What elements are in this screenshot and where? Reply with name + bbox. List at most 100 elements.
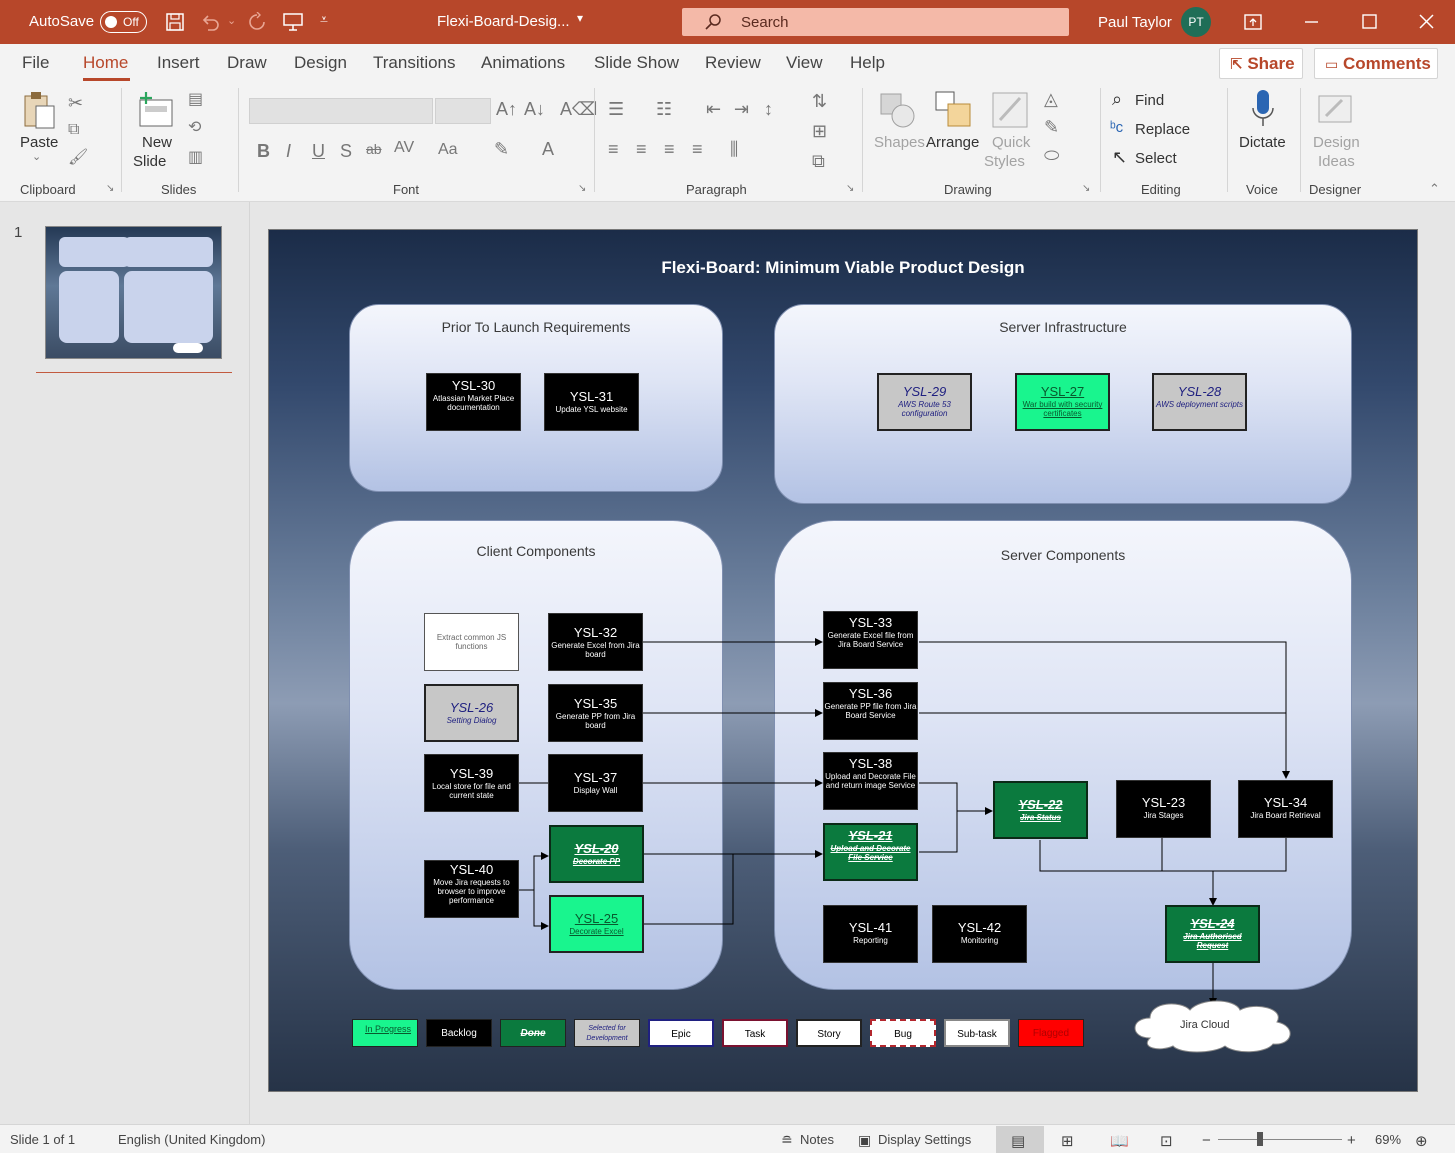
zoom-level[interactable]: 69% bbox=[1375, 1132, 1401, 1147]
reset-icon[interactable]: ⟲ bbox=[188, 120, 201, 136]
columns-icon[interactable]: ⫼ bbox=[730, 140, 738, 158]
card-ysl-34[interactable]: YSL-34 Jira Board Retrieval bbox=[1238, 780, 1333, 838]
card-ysl-35[interactable]: YSL-35 Generate PP from Jira board bbox=[548, 684, 643, 742]
reading-view-icon[interactable]: 📖 bbox=[1110, 1132, 1129, 1150]
shapes-icon[interactable] bbox=[877, 90, 917, 130]
present-icon[interactable] bbox=[282, 12, 304, 32]
share-button[interactable]: ⇱ Share bbox=[1219, 48, 1303, 79]
card-ysl-21[interactable]: YSL-21 Upload and Decorate File Service bbox=[823, 823, 918, 881]
arrange-icon[interactable] bbox=[934, 90, 974, 130]
language-indicator[interactable]: English (United Kingdom) bbox=[118, 1132, 265, 1147]
search-box[interactable]: Search bbox=[682, 8, 1069, 36]
font-color-icon[interactable]: A bbox=[542, 140, 554, 158]
normal-view-icon[interactable]: ▤ bbox=[1011, 1132, 1025, 1150]
align-right-icon[interactable]: ≡ bbox=[664, 140, 675, 158]
card-ysl-26[interactable]: YSL-26 Setting Dialog bbox=[424, 684, 519, 742]
design-ideas-label-1[interactable]: Design bbox=[1313, 134, 1360, 151]
menu-animations[interactable]: Animations bbox=[481, 53, 565, 73]
menu-design[interactable]: Design bbox=[294, 53, 347, 73]
microphone-icon[interactable] bbox=[1250, 88, 1276, 130]
clipboard-launcher-icon[interactable]: ↘ bbox=[106, 184, 114, 194]
minimize-icon[interactable] bbox=[1302, 12, 1320, 32]
card-ysl-27[interactable]: YSL-27 War build with security certificat… bbox=[1015, 373, 1110, 431]
font-family-combo[interactable] bbox=[249, 98, 433, 124]
new-slide-label-1[interactable]: New bbox=[142, 134, 172, 151]
select-label[interactable]: Select bbox=[1135, 150, 1177, 167]
card-ysl-28[interactable]: YSL-28 AWS deployment scripts bbox=[1152, 373, 1247, 431]
card-ysl-23[interactable]: YSL-23 Jira Stages bbox=[1116, 780, 1211, 838]
menu-home[interactable]: Home bbox=[83, 53, 128, 73]
card-ysl-36[interactable]: YSL-36 Generate PP file from Jira Board S… bbox=[823, 682, 918, 740]
zoom-in-icon[interactable]: + bbox=[1347, 1132, 1356, 1149]
design-ideas-icon[interactable] bbox=[1316, 90, 1356, 130]
zoom-slider-track[interactable] bbox=[1218, 1139, 1342, 1140]
strikethrough-icon[interactable]: ab bbox=[366, 142, 382, 156]
menu-review[interactable]: Review bbox=[705, 53, 761, 73]
display-settings-button[interactable]: Display Settings bbox=[878, 1132, 971, 1147]
collapse-ribbon-icon[interactable]: ⌃ bbox=[1429, 182, 1440, 195]
card-ysl-42[interactable]: YSL-42 Monitoring bbox=[932, 905, 1027, 963]
card-ysl-38[interactable]: YSL-38 Upload and Decorate File and retur… bbox=[823, 752, 918, 810]
decrease-font-icon[interactable]: A↓ bbox=[524, 100, 545, 118]
menu-file[interactable]: File bbox=[22, 53, 49, 73]
font-size-combo[interactable] bbox=[435, 98, 491, 124]
quick-styles-label-1[interactable]: Quick bbox=[992, 134, 1030, 151]
slide-sorter-icon[interactable]: ⊞ bbox=[1061, 1132, 1074, 1150]
paste-icon[interactable] bbox=[22, 90, 58, 132]
arrange-label[interactable]: Arrange bbox=[926, 134, 979, 151]
shapes-label[interactable]: Shapes bbox=[874, 134, 925, 151]
autosave-toggle[interactable]: Off bbox=[100, 11, 147, 33]
undo-icon[interactable] bbox=[200, 12, 220, 32]
card-ysl-25[interactable]: YSL-25 Decorate Excel bbox=[549, 895, 644, 953]
justify-icon[interactable]: ≡ bbox=[692, 140, 703, 158]
copy-icon[interactable]: ⧉ bbox=[68, 122, 79, 138]
card-ysl-32[interactable]: YSL-32 Generate Excel from Jira board bbox=[548, 613, 643, 671]
paste-dropdown-icon[interactable]: ⌄ bbox=[32, 152, 41, 163]
ribbon-display-options-icon[interactable] bbox=[1243, 12, 1263, 32]
dictate-label[interactable]: Dictate bbox=[1239, 134, 1286, 151]
fit-slide-icon[interactable]: ⊕ bbox=[1415, 1132, 1428, 1150]
replace-label[interactable]: Replace bbox=[1135, 121, 1190, 138]
shape-outline-icon[interactable]: ✎ bbox=[1044, 118, 1059, 136]
shadow-icon[interactable]: S bbox=[340, 142, 352, 160]
cut-icon[interactable]: ✂ bbox=[68, 94, 83, 112]
select-icon[interactable]: ↖ bbox=[1112, 148, 1127, 166]
find-icon[interactable]: ⌕ bbox=[1112, 90, 1122, 108]
smartart-icon[interactable]: ⧉ bbox=[812, 152, 825, 170]
zoom-slider-thumb[interactable] bbox=[1257, 1132, 1263, 1146]
increase-indent-icon[interactable]: ⇥ bbox=[734, 100, 749, 118]
slide-thumbnail[interactable] bbox=[45, 226, 222, 359]
card-ysl-29[interactable]: YSL-29 AWS Route 53 configuration bbox=[877, 373, 972, 431]
notes-button[interactable]: Notes bbox=[800, 1132, 834, 1147]
clear-formatting-icon[interactable]: A⌫ bbox=[560, 100, 597, 118]
save-icon[interactable] bbox=[165, 12, 185, 32]
card-ysl-40[interactable]: YSL-40 Move Jira requests to browser to i… bbox=[424, 860, 519, 918]
find-label[interactable]: Find bbox=[1135, 92, 1164, 109]
menu-draw[interactable]: Draw bbox=[227, 53, 267, 73]
menu-insert[interactable]: Insert bbox=[157, 53, 200, 73]
customize-toolbar-icon[interactable]: ⩡ bbox=[320, 11, 328, 28]
undo-dropdown-icon[interactable]: ⌄ bbox=[227, 14, 236, 27]
card-ysl-30[interactable]: YSL-30 Atlassian Market Place documentati… bbox=[426, 373, 521, 431]
increase-font-icon[interactable]: A↑ bbox=[496, 100, 517, 118]
menu-help[interactable]: Help bbox=[850, 53, 885, 73]
document-title[interactable]: Flexi-Board-Desig... bbox=[437, 13, 570, 30]
card-ysl-20[interactable]: YSL-20 Decorate PP bbox=[549, 825, 644, 883]
card-ysl-31[interactable]: YSL-31 Update YSL website bbox=[544, 373, 639, 431]
replace-icon[interactable]: ᵇc bbox=[1110, 120, 1123, 135]
card-ysl-22[interactable]: YSL-22 Jira Status bbox=[993, 781, 1088, 839]
card-ysl-37[interactable]: YSL-37 Display Wall bbox=[548, 754, 643, 812]
avatar[interactable]: PT bbox=[1181, 7, 1211, 37]
title-dropdown-icon[interactable]: ▾ bbox=[577, 11, 583, 25]
card-ysl-41[interactable]: YSL-41 Reporting bbox=[823, 905, 918, 963]
close-icon[interactable] bbox=[1417, 12, 1435, 32]
underline-icon[interactable]: U bbox=[312, 142, 325, 160]
format-painter-icon[interactable]: 🖌 bbox=[68, 150, 88, 166]
slide-show-icon[interactable]: ⊡ bbox=[1160, 1132, 1173, 1150]
align-text-icon[interactable]: ⊞ bbox=[812, 122, 827, 140]
section-icon[interactable]: ▥ bbox=[188, 150, 203, 166]
font-launcher-icon[interactable]: ↘ bbox=[578, 184, 586, 194]
shape-fill-icon[interactable]: ◬ bbox=[1044, 90, 1058, 108]
quick-styles-label-2[interactable]: Styles bbox=[984, 153, 1025, 170]
drawing-launcher-icon[interactable]: ↘ bbox=[1082, 184, 1090, 194]
